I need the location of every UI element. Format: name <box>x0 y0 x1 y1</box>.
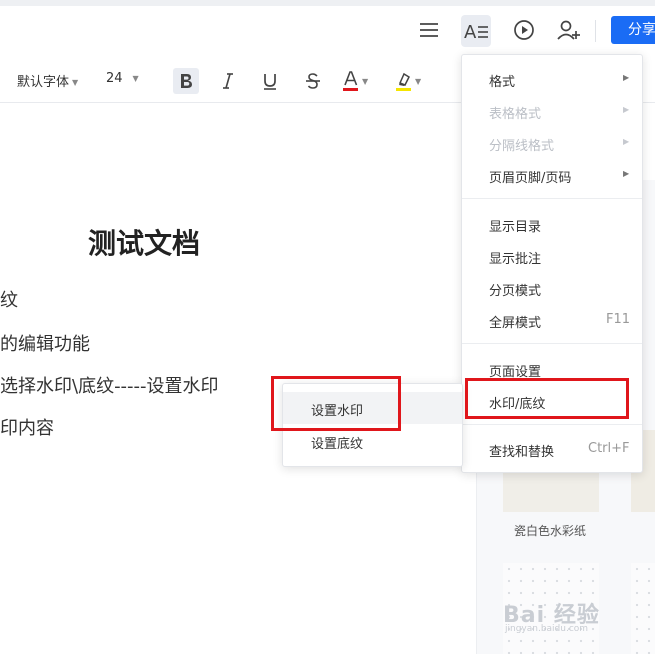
shortcut-label: F11 <box>606 312 631 327</box>
svg-text:A: A <box>464 22 477 41</box>
chevron-right-icon: ▶ <box>623 73 630 82</box>
font-family-select[interactable]: 默认字体 ▼ <box>17 71 78 90</box>
menu-item-fullscreen[interactable]: 全屏模式 <box>489 312 541 331</box>
grid-paper-thumbnail[interactable] <box>631 563 655 654</box>
strikethrough-icon[interactable] <box>300 68 326 94</box>
annotation-box <box>271 376 401 431</box>
menu-item-table-format: 表格格式 <box>489 107 542 122</box>
menu-item-show-toc[interactable]: 显示目录 <box>489 216 541 235</box>
bold-icon[interactable] <box>173 68 199 94</box>
italic-icon[interactable] <box>215 68 241 94</box>
document-title: 测试文档 <box>88 227 201 260</box>
menu-item-divider-format: 分隔线格式 <box>489 139 555 154</box>
menu-divider <box>462 343 642 344</box>
menu-item-header-footer[interactable]: 页眉页脚/页码 <box>489 167 571 186</box>
menu-divider <box>462 198 642 199</box>
outline-list-icon[interactable] <box>416 17 442 43</box>
font-size-value: 24 <box>106 71 123 86</box>
chevron-right-icon: ▶ <box>623 137 630 146</box>
document-line: 印内容 <box>0 418 54 439</box>
font-color-icon[interactable]: ▼ <box>342 68 376 94</box>
shortcut-label: Ctrl+F <box>588 441 630 456</box>
annotation-box <box>465 378 629 419</box>
font-family-value: 默认字体 <box>17 75 70 90</box>
paper-thumbnail-label: 瓷白色水彩纸 <box>514 524 587 538</box>
document-line: 选择水印\底纹-----设置水印 <box>0 376 219 397</box>
font-size-select[interactable]: 24 ▼ <box>106 71 139 86</box>
play-icon[interactable] <box>511 17 537 43</box>
underline-icon[interactable] <box>257 68 283 94</box>
chevron-down-icon: ▼ <box>132 74 139 83</box>
top-edge <box>0 0 655 6</box>
text-format-icon[interactable]: A <box>461 15 491 47</box>
toolbar-separator <box>595 20 596 42</box>
menu-divider <box>462 424 642 425</box>
highlight-icon[interactable]: ▼ <box>395 68 429 94</box>
menu-item-show-comments[interactable]: 显示批注 <box>489 248 541 267</box>
menu-item-format[interactable]: 格式 <box>489 71 515 90</box>
site-watermark-url: jingyan.baidu.com <box>505 624 589 634</box>
add-user-icon[interactable] <box>556 17 582 43</box>
top-bar: A 分享 <box>0 0 655 52</box>
document-line: 纹 <box>0 290 18 311</box>
menu-item-page-mode[interactable]: 分页模式 <box>489 280 541 299</box>
share-button[interactable]: 分享 <box>611 16 655 44</box>
menu-item-find-replace[interactable]: 查找和替换 <box>489 441 554 460</box>
chevron-right-icon: ▶ <box>623 169 630 178</box>
document-line: 的编辑功能 <box>0 334 90 355</box>
submenu-item-set-background[interactable]: 设置底纹 <box>311 433 363 452</box>
chevron-right-icon: ▶ <box>623 105 630 114</box>
chevron-down-icon: ▼ <box>72 78 79 87</box>
